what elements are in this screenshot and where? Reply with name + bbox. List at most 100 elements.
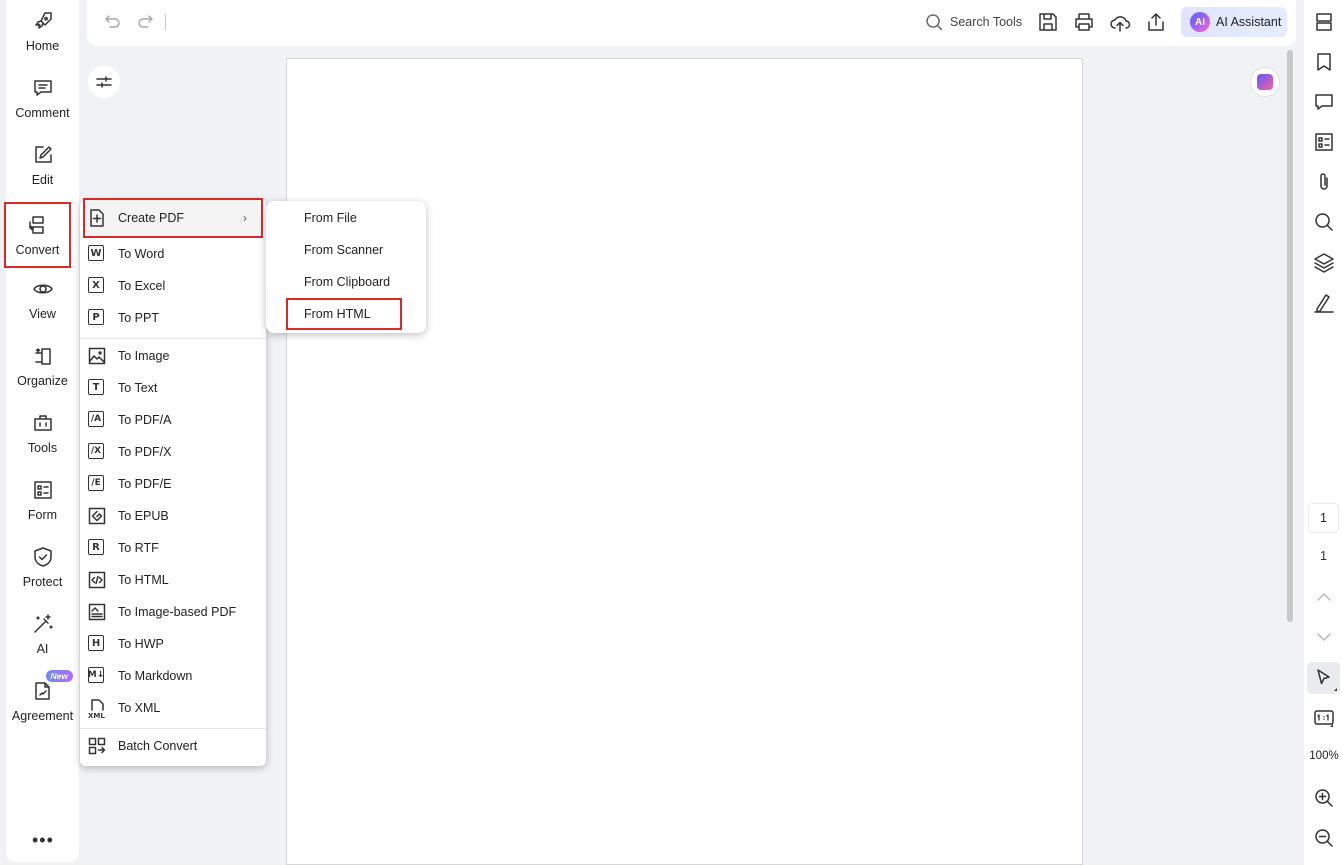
nav-label: AI: [36, 642, 49, 656]
more-options-button[interactable]: •••: [32, 830, 54, 851]
next-page-button[interactable]: [1313, 626, 1335, 648]
word-icon: W: [88, 245, 106, 263]
layout-icon: [1316, 13, 1332, 31]
actual-size-button[interactable]: [1313, 707, 1335, 729]
page-layout-button[interactable]: [1313, 11, 1335, 33]
menu-item-create-pdf[interactable]: Create PDF ›: [83, 198, 263, 238]
pdfe-icon: /E: [88, 475, 106, 493]
pdfa-icon: /A: [88, 411, 106, 429]
ppt-icon: P: [88, 309, 106, 327]
create-pdf-submenu: From File From Scanner From Clipboard Fr…: [266, 201, 426, 333]
zoom-level[interactable]: 100%: [1306, 750, 1342, 762]
current-page-input[interactable]: 1: [1308, 503, 1339, 533]
convert-menu: Create PDF › W To Word X To Excel P To P…: [80, 198, 266, 766]
search-tools[interactable]: Search Tools: [925, 11, 1022, 33]
submenu-from-html[interactable]: From HTML: [286, 298, 402, 330]
menu-item-to-html[interactable]: To HTML: [80, 564, 266, 596]
total-pages: 1: [1320, 549, 1327, 563]
menu-item-to-word[interactable]: W To Word: [80, 238, 266, 270]
attachments-button[interactable]: [1313, 171, 1335, 193]
save-button[interactable]: [1037, 11, 1059, 33]
submenu-from-clipboard[interactable]: From Clipboard: [266, 266, 426, 298]
nav-organize[interactable]: Organize: [6, 335, 79, 397]
search-panel-button[interactable]: [1313, 211, 1335, 233]
hwp-icon: H: [88, 635, 106, 653]
zoom-out-button[interactable]: [1313, 827, 1335, 849]
submenu-from-scanner[interactable]: From Scanner: [266, 234, 426, 266]
new-badge: New: [45, 670, 73, 682]
layers-button[interactable]: [1313, 251, 1335, 273]
ai-assistant-button[interactable]: AI AI Assistant: [1181, 7, 1287, 37]
menu-item-to-pdfx[interactable]: /X To PDF/X: [80, 436, 266, 468]
document-page[interactable]: [286, 58, 1083, 865]
chevron-up-icon: [1317, 593, 1331, 601]
nav-label: Convert: [15, 243, 60, 257]
redo-button[interactable]: [135, 11, 157, 33]
search-icon: [926, 14, 943, 31]
text-icon: T: [88, 379, 106, 397]
create-pdf-icon: [88, 209, 106, 227]
nav-form[interactable]: Form: [6, 469, 79, 531]
select-tool-button[interactable]: [1307, 662, 1340, 694]
paperclip-icon: [1320, 173, 1328, 190]
image-icon: [88, 347, 106, 365]
markdown-icon: M↓: [88, 667, 106, 685]
menu-item-to-pdfe[interactable]: /E To PDF/E: [80, 468, 266, 500]
chevron-right-icon: ›: [243, 211, 247, 225]
form-icon: [1315, 133, 1333, 151]
xml-icon: XML: [88, 699, 106, 719]
menu-item-batch-convert[interactable]: Batch Convert: [80, 730, 266, 762]
comments-panel-button[interactable]: [1313, 91, 1335, 113]
menu-item-label: To Image-based PDF: [118, 605, 237, 619]
redo-icon: [138, 15, 153, 28]
print-button[interactable]: [1073, 11, 1095, 33]
submenu-label: From Clipboard: [304, 275, 391, 289]
menu-item-to-markdown[interactable]: M↓ To Markdown: [80, 660, 266, 692]
nav-tools[interactable]: Tools: [6, 402, 79, 464]
nav-agreement[interactable]: New Agreement: [6, 670, 79, 732]
menu-item-to-epub[interactable]: To EPUB: [80, 500, 266, 532]
floating-app-button[interactable]: [1250, 67, 1280, 97]
menu-item-to-image[interactable]: To Image: [80, 340, 266, 372]
nav-edit[interactable]: Edit: [6, 134, 79, 196]
menu-item-to-pdfa[interactable]: /A To PDF/A: [80, 404, 266, 436]
menu-item-to-excel[interactable]: X To Excel: [80, 270, 266, 302]
submenu-label: From File: [304, 211, 357, 225]
zoom-in-button[interactable]: [1313, 787, 1335, 809]
share-button[interactable]: [1145, 11, 1167, 33]
cloud-upload-button[interactable]: [1109, 11, 1131, 33]
comment-icon: [1315, 94, 1333, 110]
nav-ai[interactable]: AI: [6, 603, 79, 665]
nav-convert[interactable]: Convert: [4, 202, 71, 268]
menu-item-to-text[interactable]: T To Text: [80, 372, 266, 404]
bookmark-button[interactable]: [1313, 51, 1335, 73]
menu-item-to-image-based-pdf[interactable]: To Image-based PDF: [80, 596, 266, 628]
pen-signature-icon: [1314, 294, 1334, 313]
save-icon: [1039, 13, 1057, 31]
nav-label: Edit: [31, 173, 54, 187]
form-fields-button[interactable]: [1313, 131, 1335, 153]
nav-label: Form: [27, 508, 58, 522]
menu-item-to-xml[interactable]: XML To XML: [80, 692, 266, 724]
edit-icon: [32, 144, 54, 166]
zoom-in-icon: [1315, 789, 1333, 807]
nav-home[interactable]: Home: [6, 0, 79, 62]
signature-button[interactable]: [1313, 291, 1335, 313]
submenu-from-file[interactable]: From File: [266, 202, 426, 234]
toolbar-divider: [165, 14, 166, 30]
menu-item-to-ppt[interactable]: P To PPT: [80, 302, 266, 334]
nav-comment[interactable]: Comment: [6, 67, 79, 129]
menu-item-to-hwp[interactable]: H To HWP: [80, 628, 266, 660]
nav-view[interactable]: View: [6, 268, 79, 330]
previous-page-button[interactable]: [1313, 586, 1335, 608]
filter-settings-button[interactable]: [88, 66, 120, 98]
undo-button[interactable]: [101, 11, 123, 33]
comment-icon: [32, 77, 54, 99]
sliders-icon: [96, 76, 112, 88]
nav-label: Organize: [17, 374, 68, 388]
submenu-label: From HTML: [304, 307, 371, 321]
excel-icon: X: [88, 277, 106, 295]
menu-item-to-rtf[interactable]: R To RTF: [80, 532, 266, 564]
vertical-scrollbar[interactable]: [1287, 50, 1293, 622]
nav-protect[interactable]: Protect: [6, 536, 79, 598]
